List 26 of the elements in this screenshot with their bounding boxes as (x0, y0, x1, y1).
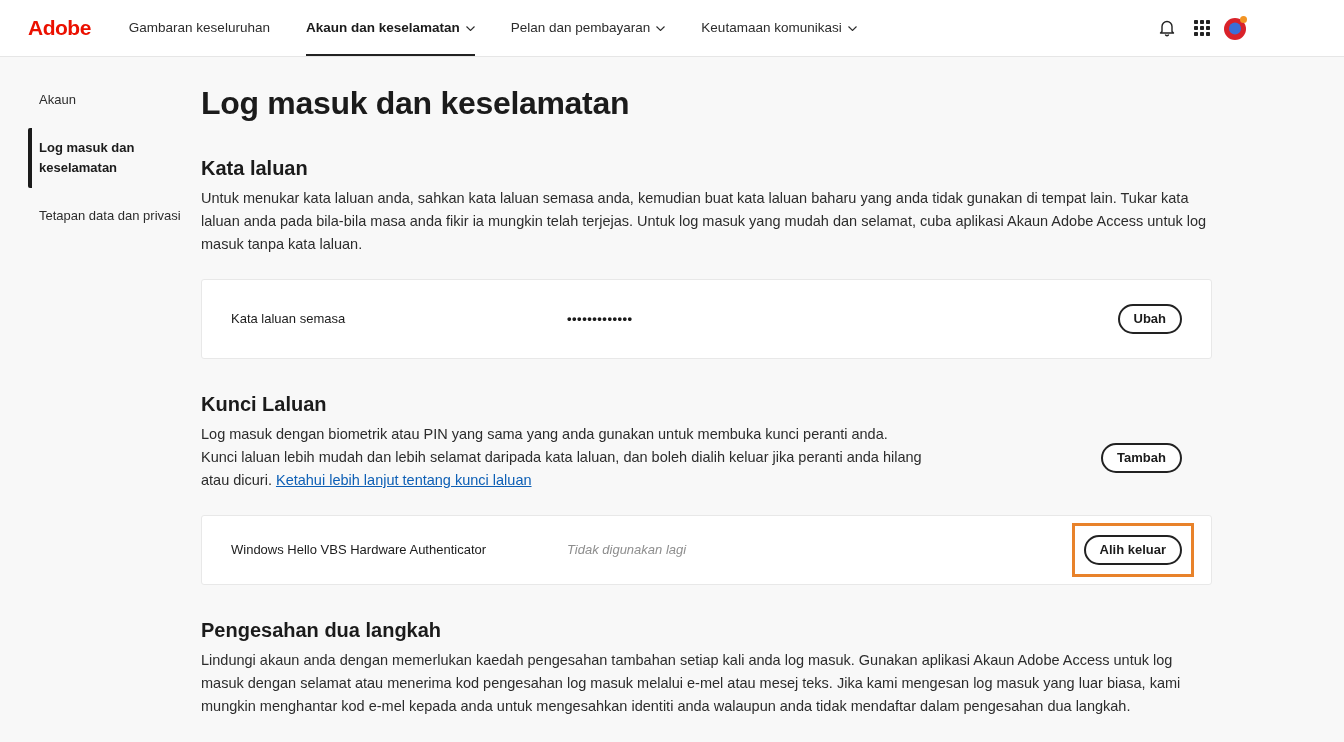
action-button[interactable]: Ubah (1117, 304, 1182, 334)
nav-tab[interactable]: Akaun dan keselamatan (305, 0, 475, 56)
section-description: Untuk menukar kata laluan anda, sahkan kata laluan semasa anda, kemudian buat kata laluan baharu yang anda tidak gunakan di tempat lain. Tukar kata laluan anda pada bila-bila masa anda fikir ia mungkin telah terjejas. Untuk log masuk yang mudah dan selamat, cuba aplikasi Akaun Adobe Access untuk log masuk tanpa kata laluan. (201, 189, 1208, 254)
status-text: Tidak digunakan lagi (567, 541, 687, 560)
row-label: Kata laluan semasa (231, 310, 347, 329)
section-heading: Kata laluan (201, 156, 309, 181)
sidebar-item[interactable]: Tetapan data dan privasi (28, 196, 201, 236)
nav-tab[interactable]: Gambaran keseluruhan (128, 0, 270, 56)
section-heading: Kunci Laluan (201, 392, 328, 417)
password-dots: ••••••••••••• (567, 310, 633, 329)
adobe-logo[interactable]: Adobe (28, 0, 91, 56)
page-title: Log masuk dan keselamatan (201, 84, 631, 123)
section-description: Log masuk dengan biometrik atau PIN yang sama yang anda gunakan untuk membuka kunci peranti anda. Kunci laluan lebih mudah dan lebih selamat daripada kata laluan, dan boleh dialih keluar jika peranti anda hilang atau dicuri. Ketahui lebih lanjut tentang kunci laluan (201, 425, 923, 490)
sidebar-item[interactable]: Akaun (28, 80, 201, 120)
avatar-icon[interactable] (1224, 16, 1248, 40)
nav-tab[interactable]: Keutamaan komunikasi (701, 0, 857, 56)
section-description: Lindungi akaun anda dengan memerlukan kaedah pengesahan tambahan setiap kali anda log masuk. Gunakan aplikasi Akaun Adobe Access untuk log masuk dengan selamat atau menerima kod pengesahan log masuk melalui e-mel atau mesej teks. Jika kami mengesan log masuk yang luar biasa, kami mungkin menghantar kod e-mel kepada anda untuk mengesahkan identiti anda walaupun anda tidak mendaftar dalam pengesahan dua langkah. (201, 651, 1182, 716)
action-button[interactable]: Tambah (1101, 442, 1182, 473)
row-label: Windows Hello VBS Hardware Authenticator (231, 541, 488, 560)
app-grid-icon[interactable] (1194, 20, 1210, 36)
section-heading: Pengesahan dua langkah (201, 618, 443, 643)
bell-icon[interactable] (1158, 19, 1176, 37)
sidebar-item[interactable]: Log masuk dan keselamatan (28, 128, 201, 188)
action-button[interactable]: Alih keluar (1083, 535, 1182, 565)
learn-more-link[interactable]: Ketahui lebih lanjut tentang kunci laluan (275, 472, 532, 488)
nav-tab[interactable]: Pelan dan pembayaran (510, 0, 666, 56)
